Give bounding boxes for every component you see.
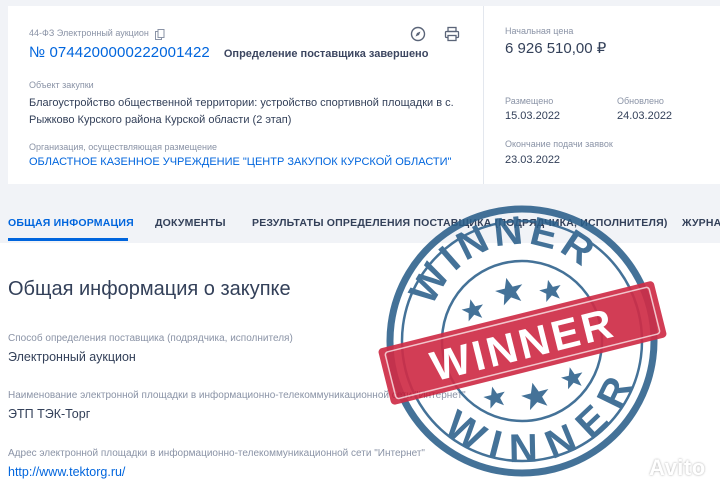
print-icon[interactable] xyxy=(444,26,460,47)
copy-icon[interactable] xyxy=(154,27,165,40)
org-link[interactable]: ОБЛАСТНОЕ КАЗЕННОЕ УЧРЕЖДЕНИЕ "ЦЕНТР ЗАК… xyxy=(29,156,451,168)
tab-documents[interactable]: ДОКУМЕНТЫ xyxy=(155,217,226,229)
purchase-card: 44-ФЗ Электронный аукцион № 074420000022… xyxy=(8,6,720,184)
avito-text: Avito xyxy=(649,454,706,480)
section-title: Общая информация о закупке xyxy=(8,278,291,300)
price-label: Начальная цена xyxy=(505,26,574,36)
deadline-date: 23.03.2022 xyxy=(505,154,561,166)
stamp-center-text: WINNER xyxy=(426,299,620,390)
org-label: Организация, осуществляющая размещение xyxy=(29,142,217,152)
avito-logo-icon xyxy=(613,451,645,484)
field-label-address: Адрес электронной площадки в информацион… xyxy=(8,448,425,459)
updated-date: 24.03.2022 xyxy=(617,110,673,122)
number-row: № 0744200000222001422 Определение постав… xyxy=(29,44,428,61)
field-label-method: Способ определения поставщика (подрядчик… xyxy=(8,333,293,344)
avito-watermark: Avito xyxy=(613,451,706,484)
winner-stamp: WINNER WINNER WINNER xyxy=(372,186,672,491)
published-date: 15.03.2022 xyxy=(505,110,561,122)
field-value-platform: ЭТП ТЭК-Торг xyxy=(8,407,91,421)
deadline-label: Окончание подачи заявок xyxy=(505,139,613,149)
field-value-method: Электронный аукцион xyxy=(8,350,136,364)
published-label: Размещено xyxy=(505,96,554,106)
tab-general-info[interactable]: ОБЩАЯ ИНФОРМАЦИЯ xyxy=(8,217,134,229)
object-text: Благоустройство общественной территории:… xyxy=(29,97,454,126)
registry-number-link[interactable]: № 0744200000222001422 xyxy=(29,44,210,61)
purchase-card-main: 44-ФЗ Электронный аукцион № 074420000022… xyxy=(8,6,484,184)
status-text: Определение поставщика завершено xyxy=(223,48,429,60)
law-row: 44-ФЗ Электронный аукцион xyxy=(29,27,165,40)
price-value: 6 926 510,00 ₽ xyxy=(505,40,607,57)
card-tools xyxy=(410,26,460,47)
updated-label: Обновлено xyxy=(617,96,664,106)
purchase-card-summary: Начальная цена 6 926 510,00 ₽ Размещено … xyxy=(485,6,720,184)
object-label: Объект закупки xyxy=(29,80,94,90)
compass-icon[interactable] xyxy=(410,26,426,47)
field-value-address-link[interactable]: http://www.tektorg.ru/ xyxy=(8,465,125,479)
active-tab-indicator xyxy=(8,238,128,241)
tab-journal[interactable]: ЖУРНА xyxy=(682,217,720,229)
law-label: 44-ФЗ Электронный аукцион xyxy=(29,27,149,38)
